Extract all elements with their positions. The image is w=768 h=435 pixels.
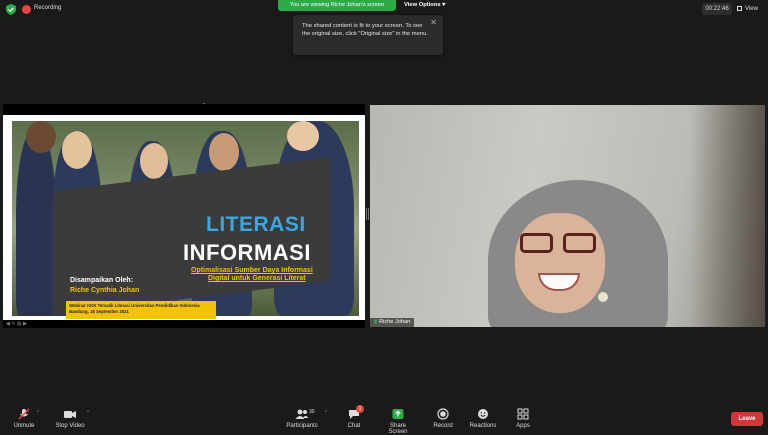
presentation-slide: LITERASI INFORMASI Optimalisasi Sumber D… xyxy=(3,115,365,327)
reactions-button[interactable]: Reactions xyxy=(468,408,498,429)
glasses-icon xyxy=(520,233,553,253)
video-camera-icon xyxy=(64,411,76,418)
arrow-right-icon[interactable]: ▶ xyxy=(23,321,27,327)
view-options-button[interactable]: View Options ▾ xyxy=(404,0,458,11)
slide-subtitle-line2: Digital untuk Generasi Literat xyxy=(208,275,306,282)
webinar-line2: Bandung, 18 September 2021 xyxy=(69,308,129,314)
chevron-down-icon: ▾ xyxy=(442,2,446,8)
leave-button[interactable]: Leave xyxy=(731,412,763,426)
apps-label: Apps xyxy=(516,423,530,429)
participants-label: Participants xyxy=(286,423,318,429)
record-button[interactable]: Record xyxy=(432,408,454,429)
glasses-icon xyxy=(563,233,596,253)
student-head xyxy=(26,121,56,153)
meeting-timer: 00:22:46 xyxy=(702,3,732,15)
tooltip-message: The shared content is fit to your screen… xyxy=(302,23,428,37)
apps-button[interactable]: Apps xyxy=(513,408,533,429)
stop-video-label: Stop Video xyxy=(55,423,85,429)
student-head xyxy=(287,121,319,151)
reactions-label: Reactions xyxy=(469,423,497,429)
participant-name: Riche Johan xyxy=(379,319,411,325)
view-options-label: View Options xyxy=(404,2,441,8)
participants-count: 30 xyxy=(309,409,315,415)
smiley-icon xyxy=(478,409,488,419)
chevron-up-icon[interactable]: ⌃ xyxy=(86,410,90,416)
share-screen-label: Share Screen xyxy=(388,423,408,435)
brooch xyxy=(598,292,608,302)
participant-face xyxy=(515,213,605,313)
chevron-up-icon[interactable]: ⌃ xyxy=(324,410,328,416)
presenter-name: Riche Cynthia Johan xyxy=(70,287,140,294)
view-label: View xyxy=(745,6,758,12)
fit-to-screen-tooltip: The shared content is fit to your screen… xyxy=(293,15,443,55)
recording-icon[interactable] xyxy=(22,5,31,14)
record-label: Record xyxy=(433,423,453,429)
student-figure xyxy=(16,129,56,316)
chevron-up-icon[interactable]: ⌃ xyxy=(36,410,40,416)
microphone-muted-icon xyxy=(18,408,30,420)
participant-name-label: ▮ Riche Johan xyxy=(370,318,415,327)
unmute-label: Unmute xyxy=(13,423,35,429)
video-shadow xyxy=(690,105,765,327)
menu-icon[interactable]: ▤ xyxy=(17,321,22,327)
slide-controls[interactable]: ◀ ✎ ▤ ▶ xyxy=(6,321,27,327)
webinar-info-box: Webinar KKN Tematik Literasi Universitas… xyxy=(66,301,216,319)
grid-icon xyxy=(737,5,742,11)
meeting-toolbar: Unmute ⌃ Stop Video ⌃ Participants 30 ⌃ … xyxy=(0,404,768,435)
participant-video[interactable] xyxy=(370,105,765,327)
student-head xyxy=(62,131,92,169)
viewing-banner: You are viewing Riche Johan's screen xyxy=(278,0,396,11)
view-button[interactable]: View xyxy=(737,3,765,15)
share-screen-icon xyxy=(392,409,404,419)
presented-by-label: Disampaikan Oleh: xyxy=(70,277,134,284)
webinar-line1: Webinar KKN Tematik Literasi Universitas… xyxy=(69,303,200,308)
shared-screen-panel: LITERASI INFORMASI Optimalisasi Sumber D… xyxy=(3,104,365,328)
chat-unread-badge: 1 xyxy=(356,405,364,413)
panel-resize-handle[interactable] xyxy=(366,208,369,220)
participants-icon xyxy=(295,409,309,419)
student-head xyxy=(209,133,239,171)
arrow-left-icon[interactable]: ◀ xyxy=(6,321,10,327)
student-head xyxy=(140,143,168,179)
slide-subtitle-line1: Optimalisasi Sumber Daya Informasi xyxy=(191,267,313,274)
slide-title-line2: INFORMASI xyxy=(183,240,311,265)
recording-label: Recording xyxy=(34,5,62,11)
slide-photo-background xyxy=(12,121,359,316)
stop-video-button[interactable]: Stop Video xyxy=(54,408,86,429)
share-screen-button[interactable]: Share Screen xyxy=(380,408,416,435)
record-icon xyxy=(437,408,449,420)
unmute-button[interactable]: Unmute xyxy=(12,408,36,429)
audio-level-icon: ▮ xyxy=(374,319,378,325)
slide-title-line1: LITERASI xyxy=(206,213,306,236)
pen-icon[interactable]: ✎ xyxy=(11,321,15,327)
shield-icon xyxy=(6,4,16,15)
apps-icon xyxy=(517,408,529,420)
chat-label: Chat xyxy=(347,423,361,429)
close-icon[interactable]: ✕ xyxy=(430,19,437,27)
